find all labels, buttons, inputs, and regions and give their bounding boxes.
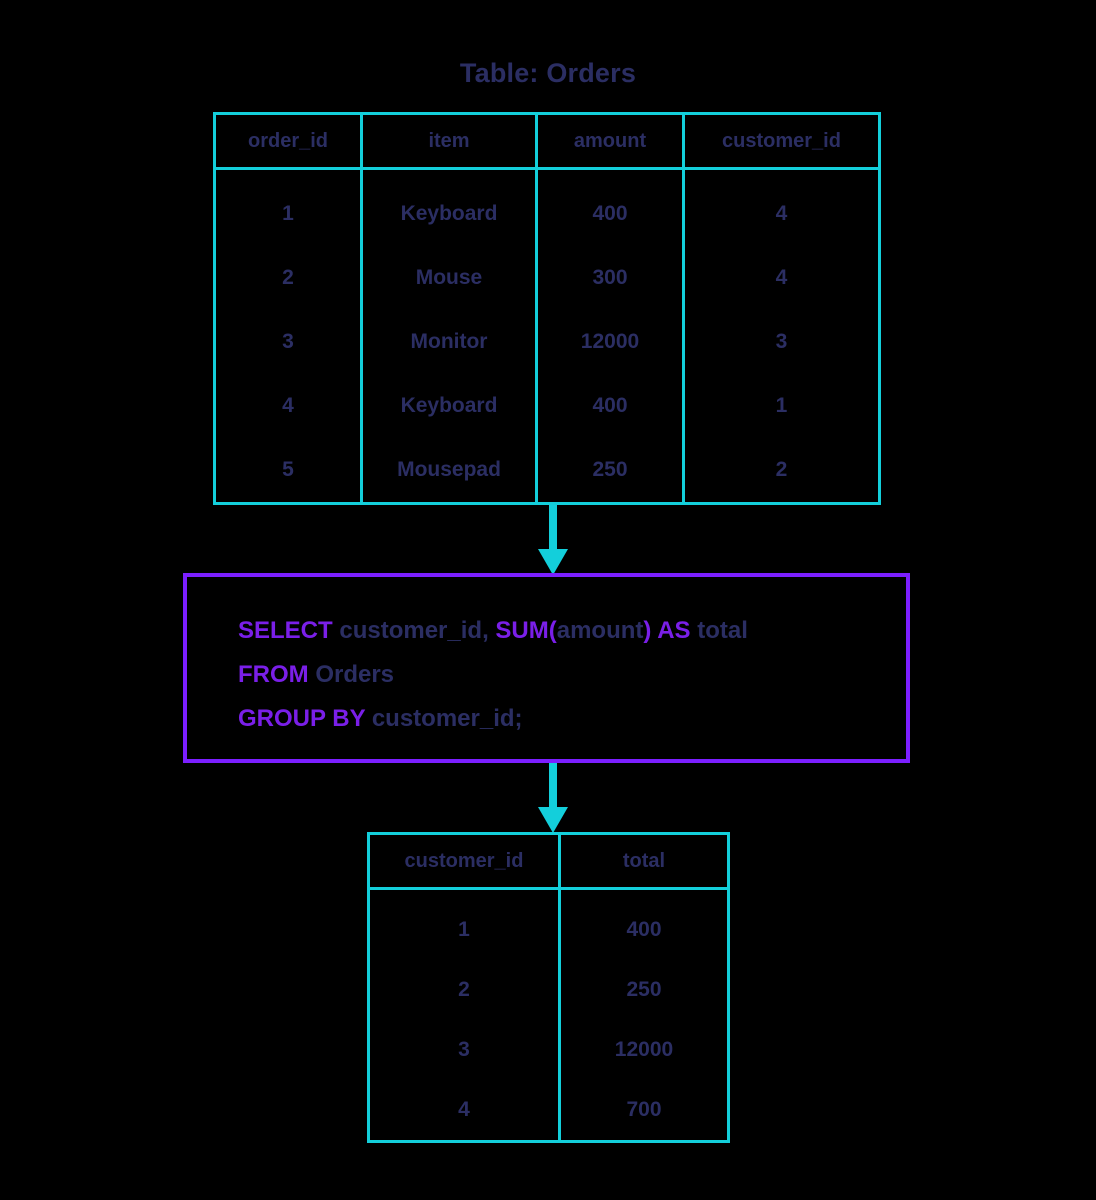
table-cell: 5 — [282, 458, 294, 481]
sql-keyword: FROM — [238, 661, 309, 688]
column-header-label: customer_id — [722, 129, 841, 152]
table-cell: 700 — [626, 1098, 662, 1121]
table-cell: 2 — [775, 458, 788, 481]
table-cell: 250 — [592, 458, 628, 481]
table-cell: 250 — [626, 978, 662, 1001]
orders-table-header-row: order_id item amount customer_id — [216, 115, 878, 170]
result-table: customer_id total 1 2 3 4 400 250 12000 … — [367, 832, 730, 1143]
orders-column-order-id: 1 2 3 4 5 — [216, 170, 363, 502]
sql-line-1: SELECT customer_id, SUM(amount) AS total — [238, 609, 906, 653]
sql-line-3: GROUP BY customer_id; — [238, 697, 906, 741]
orders-header-cell-customer-id: customer_id — [685, 115, 878, 167]
table-cell: 2 — [282, 266, 294, 289]
table-cell: 2 — [458, 978, 470, 1001]
orders-header-cell-item: item — [363, 115, 538, 167]
arrow-head — [538, 549, 568, 575]
table-cell: Keyboard — [400, 202, 498, 225]
sql-identifier: customer_id, — [332, 617, 496, 644]
orders-column-item: Keyboard Mouse Monitor Keyboard Mousepad — [363, 170, 538, 502]
sql-line-2: FROM Orders — [238, 653, 906, 697]
result-table-body: 1 2 3 4 400 250 12000 700 — [370, 890, 727, 1140]
table-cell: 3 — [775, 330, 788, 353]
table-cell: 4 — [458, 1098, 470, 1121]
table-cell: 4 — [775, 266, 788, 289]
table-cell: 3 — [282, 330, 294, 353]
sql-identifier: amount — [556, 617, 644, 644]
table-cell: 3 — [458, 1038, 470, 1061]
table-cell: 12000 — [580, 330, 640, 353]
table-cell: 4 — [282, 394, 294, 417]
sql-identifier: total — [690, 617, 748, 644]
sql-query-box: SELECT customer_id, SUM(amount) AS total… — [183, 573, 910, 763]
column-header-label: item — [428, 129, 470, 152]
sql-keyword: SELECT — [238, 617, 333, 644]
result-column-customer-id: 1 2 3 4 — [370, 890, 561, 1140]
table-cell: 1 — [282, 202, 294, 225]
page-title: Table: Orders — [459, 58, 637, 88]
table-cell: 400 — [592, 394, 628, 417]
arrow-table-to-query-icon — [538, 505, 568, 575]
table-cell: Monitor — [410, 330, 488, 353]
table-cell: 400 — [592, 202, 628, 225]
table-cell: 300 — [592, 266, 628, 289]
arrow-shaft — [549, 763, 557, 811]
result-header-cell-total: total — [561, 835, 727, 887]
table-cell: 1 — [775, 394, 788, 417]
sql-keyword: SUM( — [495, 617, 557, 644]
result-table-header-row: customer_id total — [370, 835, 727, 890]
orders-header-cell-order-id: order_id — [216, 115, 363, 167]
orders-table-body: 1 2 3 4 5 Keyboard Mouse Monitor Keyboar… — [216, 170, 878, 502]
table-cell: 12000 — [614, 1038, 674, 1061]
orders-header-cell-amount: amount — [538, 115, 685, 167]
result-header-cell-customer-id: customer_id — [370, 835, 561, 887]
arrow-shaft — [549, 505, 557, 553]
orders-table: order_id item amount customer_id 1 2 3 4… — [213, 112, 881, 505]
table-cell: Mouse — [415, 266, 483, 289]
orders-column-customer-id: 4 4 3 1 2 — [685, 170, 878, 502]
arrow-head — [538, 807, 568, 833]
table-cell: 4 — [775, 202, 788, 225]
table-cell: 400 — [626, 918, 662, 941]
sql-identifier: customer_id; — [365, 705, 523, 732]
table-cell: Mousepad — [397, 458, 501, 481]
sql-keyword: GROUP BY — [238, 705, 366, 732]
column-header-label: customer_id — [404, 849, 524, 872]
table-cell: 1 — [458, 918, 470, 941]
sql-identifier: Orders — [308, 661, 395, 688]
table-cell: Keyboard — [400, 394, 498, 417]
sql-keyword: AS — [657, 617, 691, 644]
arrow-query-to-result-icon — [538, 763, 568, 833]
result-column-total: 400 250 12000 700 — [561, 890, 727, 1140]
column-header-label: total — [622, 849, 666, 872]
orders-column-amount: 400 300 12000 400 250 — [538, 170, 685, 502]
column-header-label: amount — [573, 129, 647, 152]
column-header-label: order_id — [247, 129, 329, 152]
